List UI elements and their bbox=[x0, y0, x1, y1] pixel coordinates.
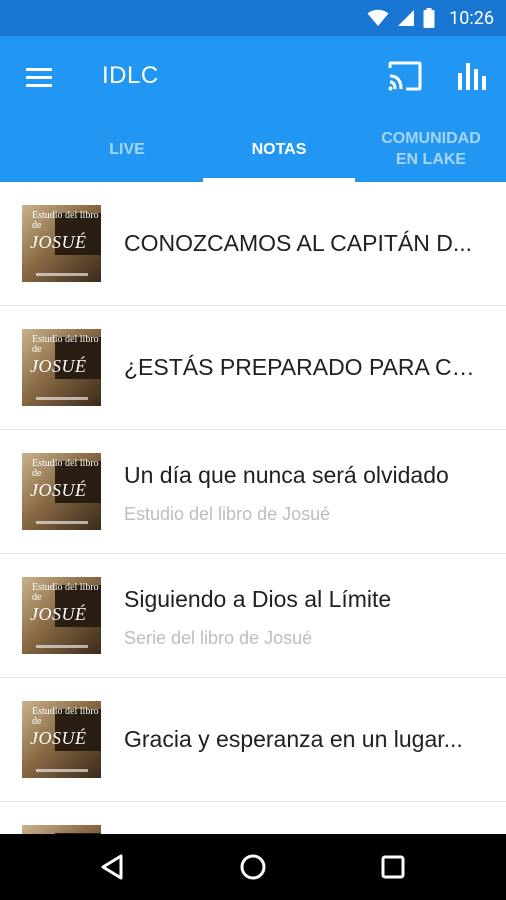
list-item-title: Un día que nunca será olvidado bbox=[124, 462, 449, 488]
app-title: IDLC bbox=[102, 62, 159, 89]
list-item[interactable]: Estudio del libro de JOSUÉ Gracia y espe… bbox=[0, 678, 506, 802]
status-time: 10:26 bbox=[449, 7, 494, 29]
signal-icon bbox=[398, 10, 415, 26]
list-item[interactable]: Estudio del libro de JOSUÉ CONOZCAMOS AL… bbox=[0, 182, 506, 306]
list-item-title: Gracia y esperanza en un lugar... bbox=[124, 726, 463, 752]
cast-button[interactable] bbox=[386, 58, 424, 96]
system-nav-bar bbox=[0, 834, 506, 900]
list-item[interactable]: Estudio del libro de JOSUÉ Un día que nu… bbox=[0, 430, 506, 554]
list-item-title: ¿ESTÁS PREPARADO PARA CO... bbox=[124, 354, 486, 380]
sermon-thumbnail bbox=[22, 825, 101, 834]
tab-previous-edge[interactable] bbox=[0, 116, 2, 182]
list-item-title: Siguiendo a Dios al Límite bbox=[124, 586, 392, 612]
tab-bar: LIVE NOTAS COMUNIDAD EN LAKE bbox=[0, 116, 506, 182]
recents-icon bbox=[381, 855, 405, 879]
tab-live[interactable]: LIVE bbox=[51, 116, 203, 182]
sermon-thumbnail: Estudio del libro de JOSUÉ bbox=[22, 701, 101, 778]
sermon-thumbnail: Estudio del libro de JOSUÉ bbox=[22, 205, 101, 282]
stats-button[interactable] bbox=[456, 58, 490, 96]
list-item[interactable]: Estudio del libro de JOSUÉ Siguiendo a D… bbox=[0, 554, 506, 678]
menu-icon bbox=[26, 68, 52, 87]
home-button[interactable] bbox=[237, 851, 269, 883]
tab-comunidad-label: COMUNIDAD EN LAKE bbox=[381, 130, 481, 168]
tab-comunidad-en-lake[interactable]: COMUNIDAD EN LAKE bbox=[355, 116, 506, 182]
cast-icon bbox=[388, 61, 422, 91]
battery-icon bbox=[423, 8, 435, 28]
list-item[interactable]: Estudio del libro de JOSUÉ ¿ESTÁS PREPAR… bbox=[0, 306, 506, 430]
toolbar: IDLC bbox=[0, 36, 506, 116]
sermon-thumbnail: Estudio del libro de JOSUÉ bbox=[22, 577, 101, 654]
wifi-icon bbox=[367, 9, 389, 26]
app-bar: IDLC LIVE NOTAS COMUNIDAD EN LAKE bbox=[0, 36, 506, 182]
home-icon bbox=[240, 854, 266, 880]
status-bar: 10:26 bbox=[0, 0, 506, 36]
stats-icon bbox=[458, 63, 486, 90]
list-item[interactable] bbox=[0, 802, 506, 834]
sermon-thumbnail: Estudio del libro de JOSUÉ bbox=[22, 329, 101, 406]
tab-notas[interactable]: NOTAS bbox=[203, 116, 355, 182]
list-item-subtitle: Serie del libro de Josué bbox=[124, 628, 313, 648]
menu-button[interactable] bbox=[22, 60, 56, 94]
list-item-subtitle: Estudio del libro de Josué bbox=[124, 504, 331, 524]
notes-list: Estudio del libro de JOSUÉ CONOZCAMOS AL… bbox=[0, 182, 506, 834]
recents-button[interactable] bbox=[377, 851, 409, 883]
list-item-title: CONOZCAMOS AL CAPITÁN D... bbox=[124, 230, 473, 256]
back-icon bbox=[101, 854, 123, 880]
sermon-thumbnail: Estudio del libro de JOSUÉ bbox=[22, 453, 101, 530]
back-button[interactable] bbox=[97, 851, 129, 883]
